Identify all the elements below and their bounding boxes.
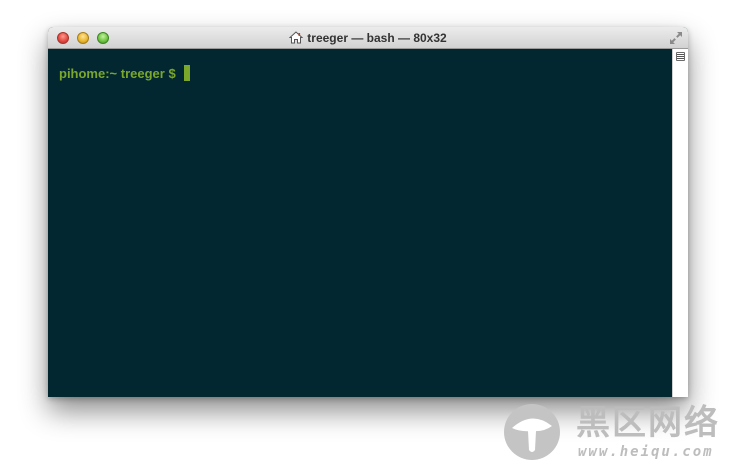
text-cursor: [183, 65, 190, 81]
vertical-scrollbar[interactable]: [672, 49, 688, 397]
watermark-url: www.heiqu.com: [578, 444, 714, 460]
window-title-text: treeger — bash — 80x32: [307, 31, 447, 45]
desktop: treeger — bash — 80x32 pihome:~ treeger …: [0, 0, 736, 468]
watermark: 黑区网络 www.heiqu.com: [502, 400, 732, 464]
shell-prompt: pihome:~ treeger $: [59, 66, 176, 81]
terminal-window: treeger — bash — 80x32 pihome:~ treeger …: [48, 27, 688, 397]
fullscreen-arrows-icon[interactable]: [669, 31, 683, 45]
title-bar[interactable]: treeger — bash — 80x32: [48, 27, 688, 49]
watermark-brand: 黑区网络: [576, 403, 720, 443]
prompt-line: pihome:~ treeger $: [59, 65, 190, 82]
mushroom-logo-icon: [502, 402, 562, 462]
home-icon: [289, 31, 304, 47]
terminal-content[interactable]: pihome:~ treeger $: [48, 49, 672, 397]
scroll-lines-icon[interactable]: [676, 52, 685, 61]
window-title: treeger — bash — 80x32: [48, 31, 688, 47]
